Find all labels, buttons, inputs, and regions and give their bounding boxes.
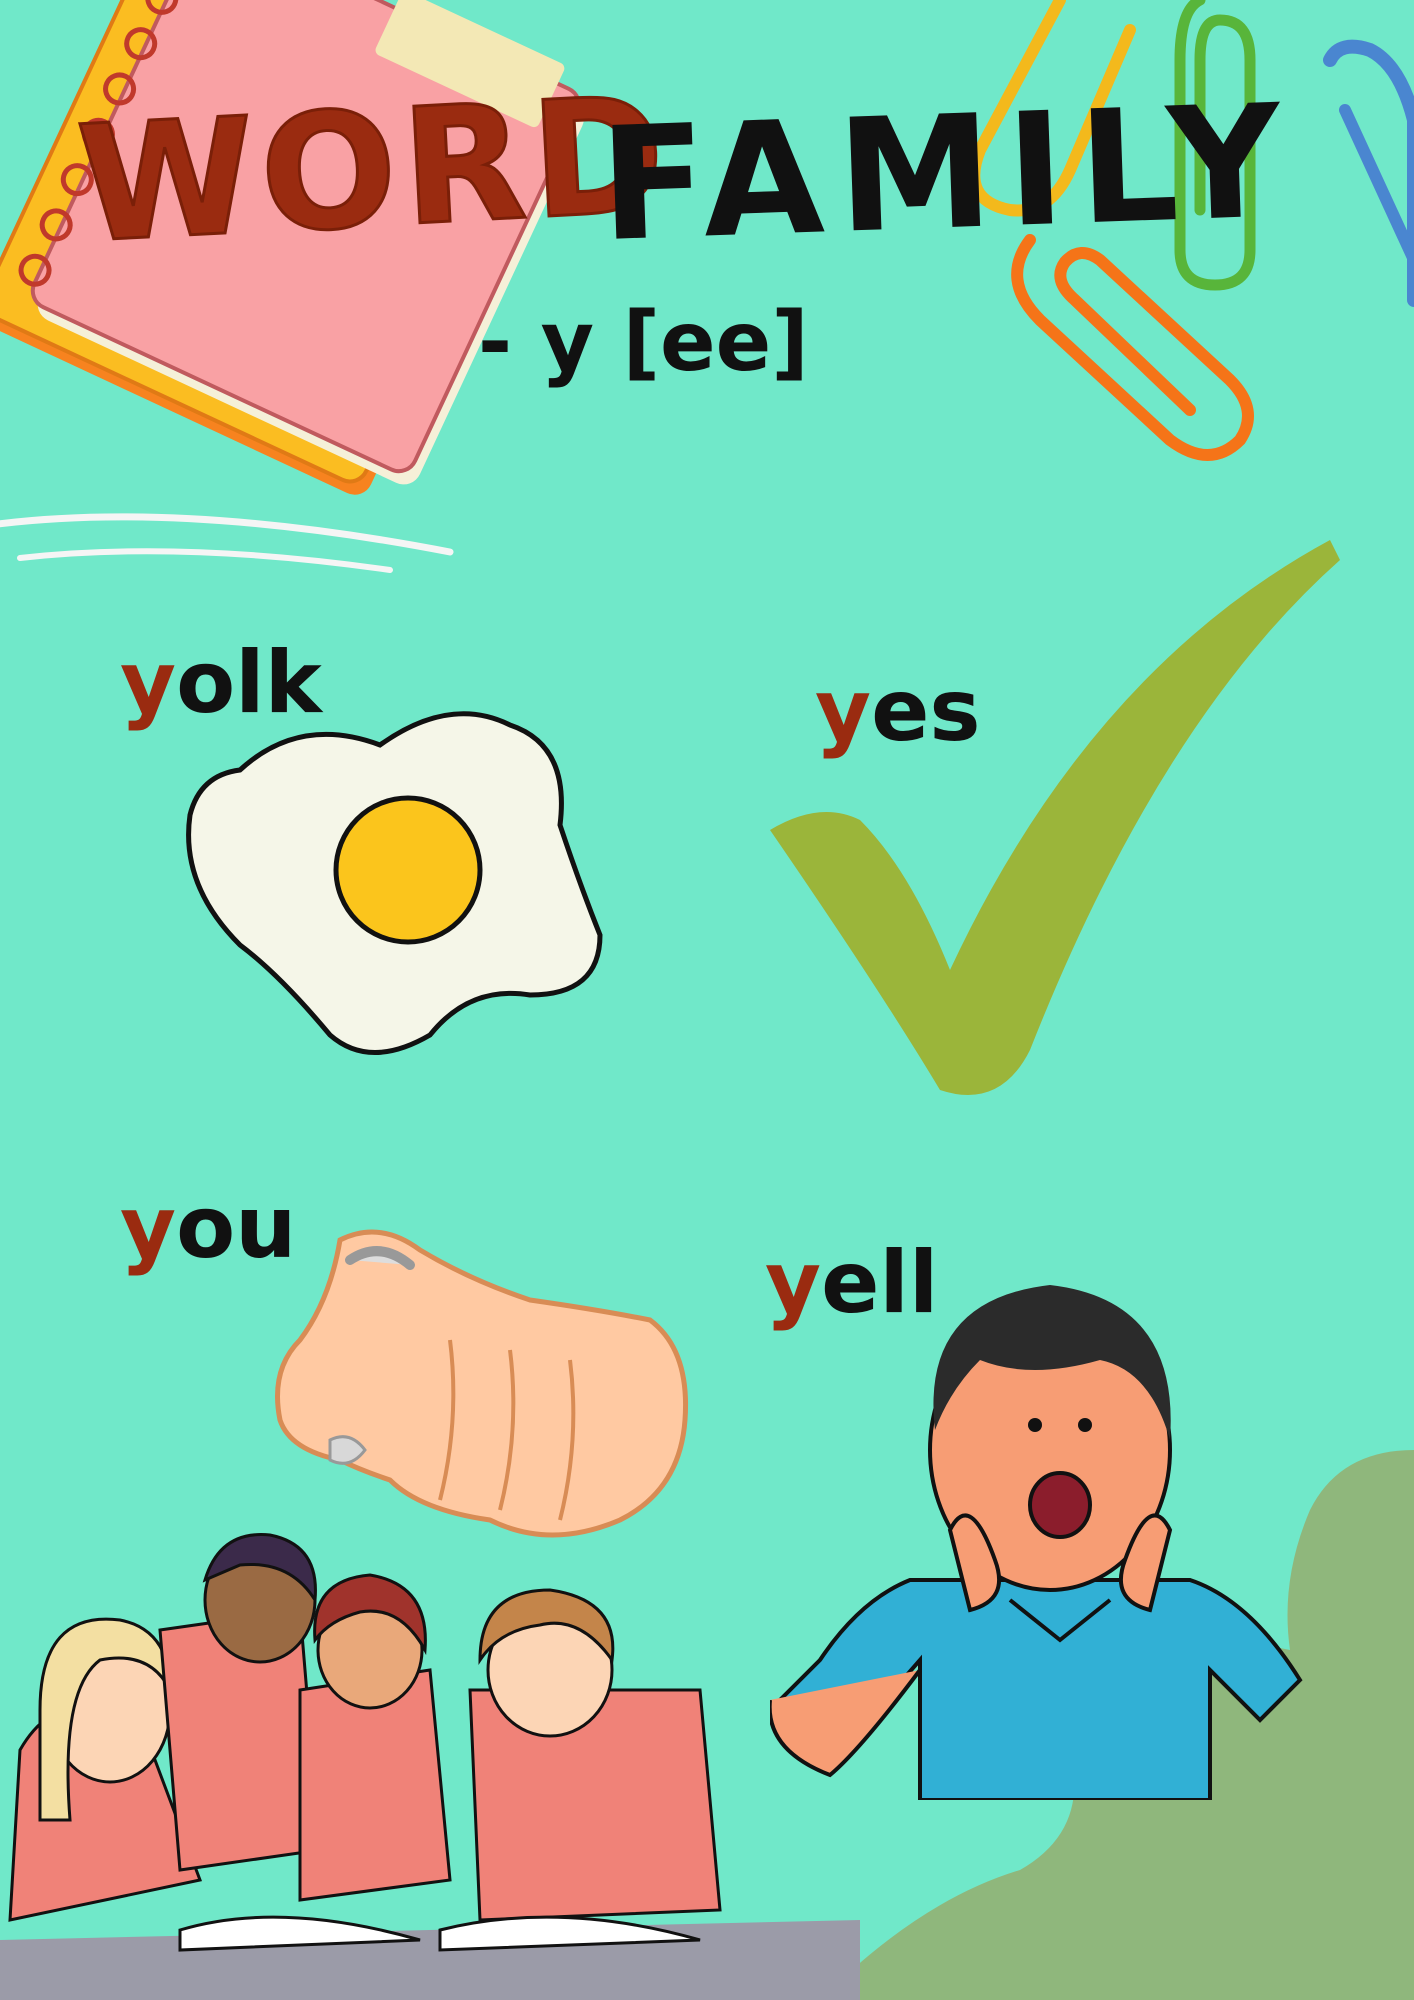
checkmark-icon — [770, 540, 1340, 1095]
fried-egg-icon — [186, 711, 603, 1055]
students-icon — [0, 1533, 860, 2000]
title-word: WORD — [72, 59, 676, 280]
word-initial: y — [120, 1178, 177, 1278]
pointing-hand-icon — [275, 1229, 689, 1538]
subtitle: - y [ee] — [478, 295, 809, 390]
word-initial: y — [120, 633, 177, 733]
title-family: FAMILY — [597, 69, 1298, 277]
